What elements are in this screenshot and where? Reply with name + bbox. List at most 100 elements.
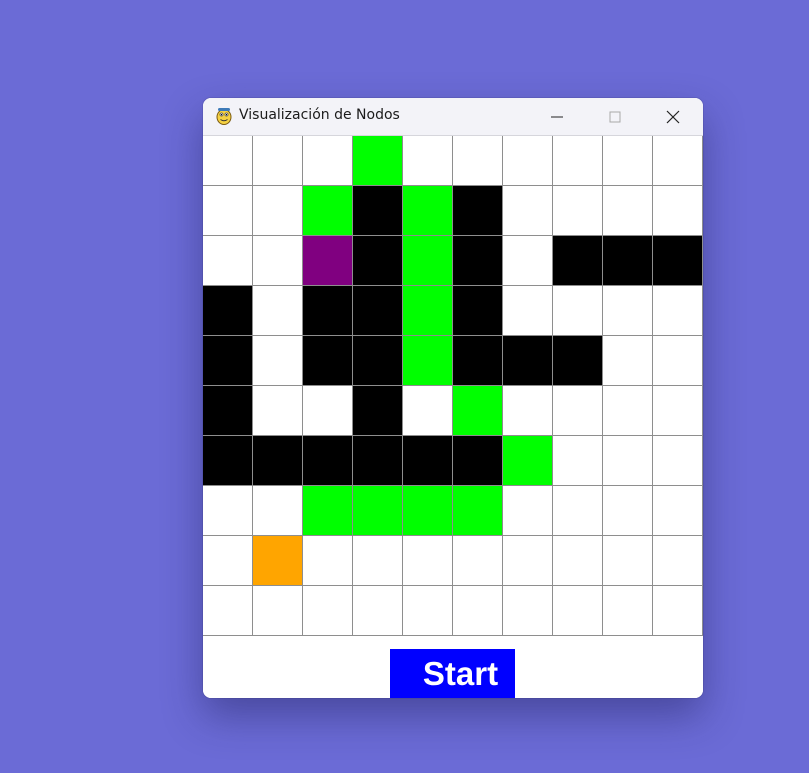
start-button[interactable]: Start	[390, 649, 515, 698]
grid-cell-wall-r3-c5[interactable]	[453, 286, 503, 336]
grid-cell-empty-r8-c3[interactable]	[353, 536, 403, 586]
grid-cell-empty-r2-c6[interactable]	[503, 236, 553, 286]
grid-cell-path-r0-c3[interactable]	[353, 136, 403, 186]
grid-cell-empty-r8-c2[interactable]	[303, 536, 353, 586]
grid-cell-empty-r0-c9[interactable]	[653, 136, 703, 186]
grid-cell-path-r7-c2[interactable]	[303, 486, 353, 536]
grid-cell-empty-r2-c0[interactable]	[203, 236, 253, 286]
title-bar[interactable]: Visualización de Nodos	[203, 98, 703, 136]
grid-cell-empty-r1-c9[interactable]	[653, 186, 703, 236]
grid-cell-empty-r2-c1[interactable]	[253, 236, 303, 286]
grid-cell-empty-r7-c6[interactable]	[503, 486, 553, 536]
grid-cell-wall-r1-c3[interactable]	[353, 186, 403, 236]
grid-cell-wall-r6-c0[interactable]	[203, 436, 253, 486]
grid-cell-wall-r4-c6[interactable]	[503, 336, 553, 386]
grid-cell-empty-r9-c1[interactable]	[253, 586, 303, 636]
grid-cell-end-r8-c1[interactable]	[253, 536, 303, 586]
grid-cell-empty-r8-c7[interactable]	[553, 536, 603, 586]
grid-cell-wall-r2-c5[interactable]	[453, 236, 503, 286]
grid-cell-start-r2-c2[interactable]	[303, 236, 353, 286]
grid-cell-path-r3-c4[interactable]	[403, 286, 453, 336]
grid-cell-empty-r9-c9[interactable]	[653, 586, 703, 636]
grid-cell-empty-r9-c3[interactable]	[353, 586, 403, 636]
grid-cell-empty-r0-c4[interactable]	[403, 136, 453, 186]
grid-cell-empty-r3-c7[interactable]	[553, 286, 603, 336]
grid-cell-wall-r4-c0[interactable]	[203, 336, 253, 386]
grid-cell-empty-r9-c5[interactable]	[453, 586, 503, 636]
grid-cell-empty-r9-c7[interactable]	[553, 586, 603, 636]
grid-cell-wall-r6-c1[interactable]	[253, 436, 303, 486]
grid-cell-wall-r2-c9[interactable]	[653, 236, 703, 286]
grid-cell-empty-r3-c6[interactable]	[503, 286, 553, 336]
grid-cell-wall-r6-c3[interactable]	[353, 436, 403, 486]
grid-cell-empty-r8-c6[interactable]	[503, 536, 553, 586]
grid-cell-empty-r5-c1[interactable]	[253, 386, 303, 436]
grid-cell-empty-r1-c8[interactable]	[603, 186, 653, 236]
grid-cell-wall-r2-c7[interactable]	[553, 236, 603, 286]
grid-cell-path-r7-c4[interactable]	[403, 486, 453, 536]
grid-cell-wall-r2-c8[interactable]	[603, 236, 653, 286]
node-grid[interactable]	[203, 136, 703, 636]
grid-cell-empty-r0-c0[interactable]	[203, 136, 253, 186]
grid-cell-empty-r0-c8[interactable]	[603, 136, 653, 186]
grid-cell-path-r5-c5[interactable]	[453, 386, 503, 436]
grid-cell-empty-r4-c9[interactable]	[653, 336, 703, 386]
grid-cell-empty-r0-c1[interactable]	[253, 136, 303, 186]
grid-cell-path-r6-c6[interactable]	[503, 436, 553, 486]
grid-cell-empty-r4-c1[interactable]	[253, 336, 303, 386]
grid-cell-empty-r8-c9[interactable]	[653, 536, 703, 586]
grid-cell-wall-r6-c4[interactable]	[403, 436, 453, 486]
maximize-button[interactable]	[587, 98, 643, 135]
grid-cell-wall-r5-c0[interactable]	[203, 386, 253, 436]
grid-cell-empty-r6-c8[interactable]	[603, 436, 653, 486]
grid-cell-empty-r9-c6[interactable]	[503, 586, 553, 636]
grid-cell-empty-r5-c8[interactable]	[603, 386, 653, 436]
grid-cell-empty-r4-c8[interactable]	[603, 336, 653, 386]
grid-cell-empty-r5-c7[interactable]	[553, 386, 603, 436]
grid-cell-wall-r2-c3[interactable]	[353, 236, 403, 286]
grid-cell-wall-r6-c5[interactable]	[453, 436, 503, 486]
grid-cell-path-r1-c4[interactable]	[403, 186, 453, 236]
grid-cell-empty-r7-c1[interactable]	[253, 486, 303, 536]
grid-cell-empty-r7-c7[interactable]	[553, 486, 603, 536]
grid-cell-empty-r1-c1[interactable]	[253, 186, 303, 236]
grid-cell-empty-r0-c6[interactable]	[503, 136, 553, 186]
grid-cell-empty-r9-c0[interactable]	[203, 586, 253, 636]
grid-cell-empty-r0-c7[interactable]	[553, 136, 603, 186]
grid-cell-empty-r9-c2[interactable]	[303, 586, 353, 636]
minimize-button[interactable]	[529, 98, 585, 135]
grid-cell-empty-r8-c8[interactable]	[603, 536, 653, 586]
grid-cell-wall-r4-c3[interactable]	[353, 336, 403, 386]
close-button[interactable]	[645, 98, 701, 135]
grid-cell-empty-r8-c4[interactable]	[403, 536, 453, 586]
grid-cell-empty-r1-c0[interactable]	[203, 186, 253, 236]
grid-cell-wall-r4-c5[interactable]	[453, 336, 503, 386]
grid-cell-empty-r5-c9[interactable]	[653, 386, 703, 436]
grid-cell-empty-r8-c0[interactable]	[203, 536, 253, 586]
grid-cell-wall-r3-c3[interactable]	[353, 286, 403, 336]
grid-cell-empty-r9-c4[interactable]	[403, 586, 453, 636]
grid-cell-empty-r6-c7[interactable]	[553, 436, 603, 486]
grid-cell-wall-r4-c7[interactable]	[553, 336, 603, 386]
grid-cell-wall-r1-c5[interactable]	[453, 186, 503, 236]
grid-cell-empty-r7-c8[interactable]	[603, 486, 653, 536]
grid-cell-empty-r7-c0[interactable]	[203, 486, 253, 536]
grid-cell-wall-r6-c2[interactable]	[303, 436, 353, 486]
grid-cell-wall-r4-c2[interactable]	[303, 336, 353, 386]
grid-cell-empty-r3-c8[interactable]	[603, 286, 653, 336]
grid-cell-empty-r0-c5[interactable]	[453, 136, 503, 186]
grid-cell-empty-r1-c6[interactable]	[503, 186, 553, 236]
grid-cell-path-r7-c3[interactable]	[353, 486, 403, 536]
grid-cell-path-r4-c4[interactable]	[403, 336, 453, 386]
grid-cell-empty-r8-c5[interactable]	[453, 536, 503, 586]
grid-cell-empty-r3-c9[interactable]	[653, 286, 703, 336]
grid-cell-empty-r0-c2[interactable]	[303, 136, 353, 186]
grid-cell-path-r1-c2[interactable]	[303, 186, 353, 236]
grid-cell-wall-r5-c3[interactable]	[353, 386, 403, 436]
grid-cell-empty-r5-c4[interactable]	[403, 386, 453, 436]
grid-cell-empty-r9-c8[interactable]	[603, 586, 653, 636]
grid-cell-wall-r3-c0[interactable]	[203, 286, 253, 336]
grid-cell-empty-r5-c2[interactable]	[303, 386, 353, 436]
grid-cell-path-r7-c5[interactable]	[453, 486, 503, 536]
grid-cell-empty-r6-c9[interactable]	[653, 436, 703, 486]
